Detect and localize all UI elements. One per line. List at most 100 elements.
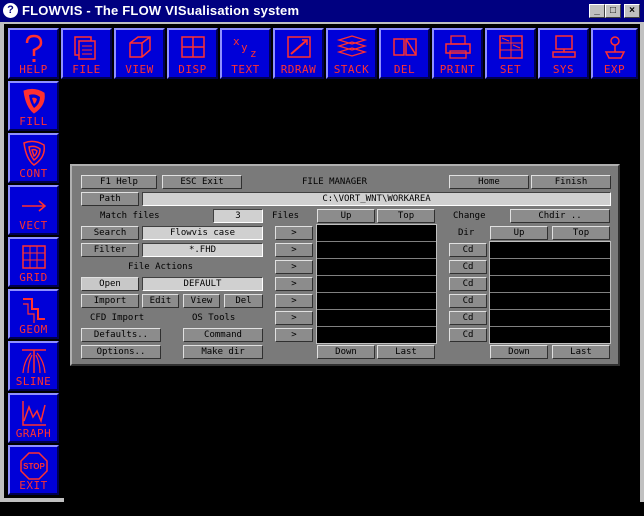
file-select-button[interactable]: > — [275, 294, 313, 308]
file-select-button[interactable]: > — [275, 260, 313, 274]
dialog-title: FILE MANAGER — [302, 177, 368, 187]
files-down-button[interactable]: Down — [317, 345, 375, 359]
edit-button[interactable]: Edit — [142, 294, 179, 308]
vect-button[interactable]: VECT — [8, 185, 59, 235]
cd-button[interactable]: Cd — [449, 260, 487, 274]
list-item[interactable] — [490, 327, 610, 344]
set-button[interactable]: SET — [485, 28, 536, 79]
rdraw-button[interactable]: RDRAW — [273, 28, 324, 79]
list-item[interactable] — [490, 310, 610, 327]
finish-button[interactable]: Finish — [531, 175, 611, 189]
cont-button[interactable]: CONT — [8, 133, 59, 183]
minimize-button[interactable]: _ — [589, 4, 605, 18]
grid-label: GRID — [19, 271, 48, 284]
list-item[interactable] — [490, 276, 610, 293]
app-icon[interactable]: ? — [3, 3, 18, 18]
view-file-button[interactable]: View — [183, 294, 220, 308]
home-button[interactable]: Home — [449, 175, 529, 189]
print-button[interactable]: PRINT — [432, 28, 483, 79]
list-item[interactable] — [317, 276, 436, 293]
path-field[interactable]: C:\VORT_WNT\WORKAREA — [142, 192, 611, 206]
cd-button[interactable]: Cd — [449, 294, 487, 308]
file-select-button[interactable]: > — [275, 226, 313, 240]
defaults-button[interactable]: Defaults.. — [81, 328, 161, 342]
open-button[interactable]: Open — [81, 277, 139, 291]
file-actions-label: File Actions — [128, 262, 194, 272]
list-item[interactable] — [490, 293, 610, 310]
text-label: TEXT — [231, 63, 260, 76]
sline-button[interactable]: SLINE — [8, 341, 59, 391]
exp-label: EXP — [603, 63, 626, 76]
view-button[interactable]: VIEW — [114, 28, 165, 79]
list-item[interactable] — [317, 293, 436, 310]
stack-label: STACK — [333, 63, 370, 76]
title-bar[interactable]: ? FLOWVIS - The FLOW VISualisation syste… — [0, 0, 644, 22]
cd-button[interactable]: Cd — [449, 243, 487, 257]
list-item[interactable] — [317, 259, 436, 276]
filter-field[interactable]: *.FHD — [142, 243, 263, 257]
cd-button[interactable]: Cd — [449, 277, 487, 291]
window-title: FLOWVIS - The FLOW VISualisation system — [22, 3, 300, 18]
esc-exit-button[interactable]: ESC Exit — [162, 175, 242, 189]
file-select-button[interactable]: > — [275, 243, 313, 257]
question-mark-icon — [25, 34, 42, 62]
print-label: PRINT — [439, 63, 476, 76]
exit-button[interactable]: STOP EXIT — [8, 445, 59, 495]
del-label: DEL — [393, 63, 416, 76]
files-last-button[interactable]: Last — [377, 345, 435, 359]
maximize-button[interactable]: □ — [605, 4, 621, 18]
list-item[interactable] — [317, 242, 436, 259]
dir-up-button[interactable]: Up — [490, 226, 548, 240]
geom-button[interactable]: GEOM — [8, 289, 59, 339]
file-list[interactable] — [316, 224, 437, 344]
files-up-button[interactable]: Up — [317, 209, 375, 223]
chdir-button[interactable]: Chdir .. — [510, 209, 610, 223]
graph-label: GRAPH — [15, 427, 52, 440]
window-grid-icon — [180, 36, 205, 58]
cd-button[interactable]: Cd — [449, 311, 487, 325]
help-button[interactable]: HELP — [8, 28, 59, 79]
dir-last-button[interactable]: Last — [552, 345, 610, 359]
fill-button[interactable]: FILL — [8, 81, 59, 131]
svg-text:y: y — [241, 41, 248, 54]
list-item[interactable] — [317, 327, 436, 344]
search-field[interactable]: Flowvis case — [142, 226, 263, 240]
list-item[interactable] — [317, 225, 436, 242]
list-item[interactable] — [490, 259, 610, 276]
file-icon — [73, 36, 96, 60]
graph-button[interactable]: GRAPH — [8, 393, 59, 443]
change-label: Change — [453, 211, 486, 221]
filter-button[interactable]: Filter — [81, 243, 139, 257]
grid-button[interactable]: GRID — [8, 237, 59, 287]
stack-button[interactable]: STACK — [326, 28, 377, 79]
file-select-button[interactable]: > — [275, 328, 313, 342]
list-item[interactable] — [317, 310, 436, 327]
directory-list[interactable] — [489, 241, 611, 344]
path-button[interactable]: Path — [81, 192, 139, 206]
file-button[interactable]: FILE — [61, 28, 112, 79]
disp-button[interactable]: DISP — [167, 28, 218, 79]
geom-label: GEOM — [19, 323, 48, 336]
list-item[interactable] — [490, 242, 610, 259]
import-button[interactable]: Import — [81, 294, 139, 308]
dir-down-button[interactable]: Down — [490, 345, 548, 359]
command-button[interactable]: Command — [183, 328, 263, 342]
cd-button[interactable]: Cd — [449, 328, 487, 342]
open-field[interactable]: DEFAULT — [142, 277, 263, 291]
close-button[interactable]: × — [624, 4, 640, 18]
text-button[interactable]: xyz TEXT — [220, 28, 271, 79]
make-dir-button[interactable]: Make dir — [183, 345, 263, 359]
del-file-button[interactable]: Del — [224, 294, 263, 308]
sys-button[interactable]: SYS — [538, 28, 589, 79]
files-top-button[interactable]: Top — [377, 209, 435, 223]
search-button[interactable]: Search — [81, 226, 139, 240]
exp-button[interactable]: EXP — [591, 28, 638, 79]
file-select-button[interactable]: > — [275, 277, 313, 291]
dir-top-button[interactable]: Top — [552, 226, 610, 240]
del-button[interactable]: DEL — [379, 28, 430, 79]
f1-help-button[interactable]: F1 Help — [81, 175, 157, 189]
graph-icon — [21, 401, 46, 426]
options-button[interactable]: Options.. — [81, 345, 161, 359]
file-select-button[interactable]: > — [275, 311, 313, 325]
grid-icon — [21, 245, 46, 269]
